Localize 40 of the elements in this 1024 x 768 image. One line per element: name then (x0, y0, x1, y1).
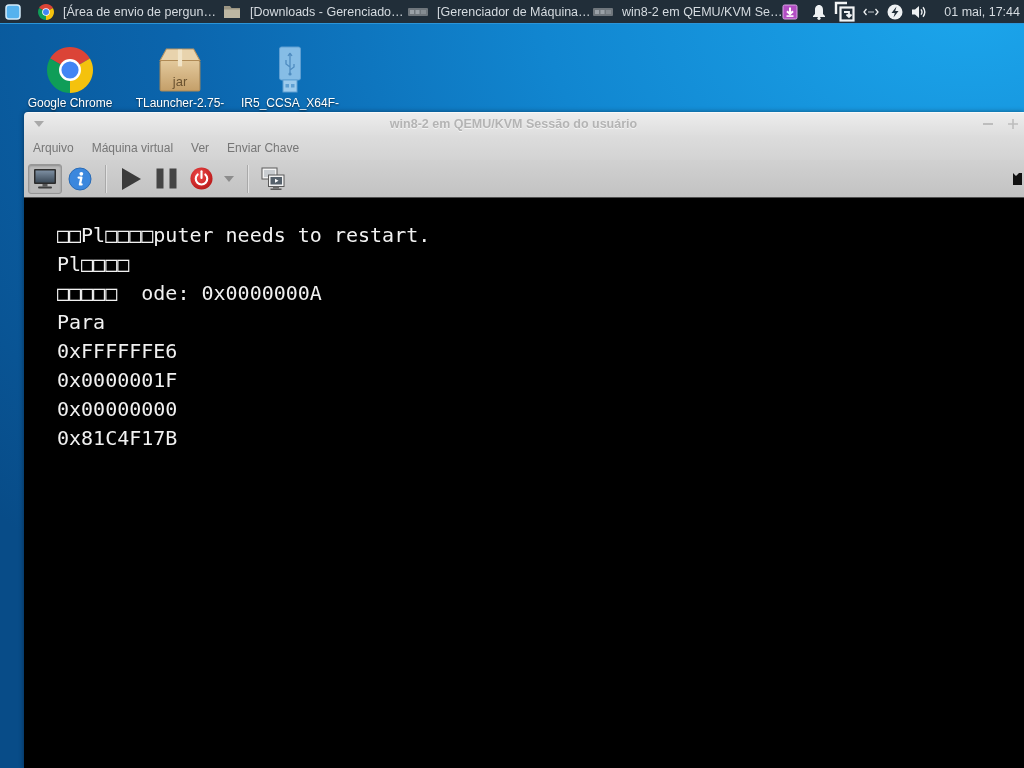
power-icon (189, 167, 213, 190)
bell-icon[interactable] (812, 3, 827, 20)
network-icon[interactable] (863, 6, 880, 17)
app-menu-icon[interactable] (5, 3, 21, 20)
icon-label[interactable]: TLauncher-2.75- (135, 96, 225, 110)
cut-off-icon[interactable] (1013, 172, 1022, 185)
taskbar-button[interactable]: [Área de envio de pergun… (38, 0, 223, 23)
monitors-icon (261, 166, 285, 191)
console-line: 0x00000000 (57, 396, 178, 423)
console-line: □□Pl□□□□puter needs to restart. (57, 222, 431, 249)
usb-drive-icon[interactable] (278, 46, 302, 94)
pause-icon (155, 168, 177, 189)
chrome-icon[interactable] (47, 47, 93, 93)
taskbar-button[interactable]: [Gerenciador de Máquina… (408, 0, 593, 23)
console-line: Pl□□□□ (57, 251, 130, 278)
folder-icon (223, 4, 241, 19)
download-icon[interactable] (782, 3, 798, 20)
package-icon[interactable] (158, 48, 202, 92)
console-screen[interactable]: □□Pl□□□□puter needs to restart. Pl□□□□ □□□□□ ode: 0x0000000A Para 0xFFFFFFE6 0x0000001F 0x00000000 0x81C4F17B (24, 198, 1024, 768)
monitor-icon (33, 168, 57, 189)
console-line: 0xFFFFFFE6 (57, 338, 178, 365)
clock[interactable]: 01 mai, 17:44 (944, 4, 1020, 19)
console-line: 0x81C4F17B (57, 425, 178, 452)
taskbar-button[interactable]: [Downloads - Gerenciado… (223, 0, 408, 23)
play-icon (120, 166, 142, 191)
caret-icon (224, 175, 234, 182)
vm-logo-icon (408, 6, 428, 17)
info-icon (68, 166, 92, 191)
icon-label[interactable]: IR5_CCSA_X64F- (240, 96, 339, 110)
chrome-icon (38, 3, 54, 20)
lightning-icon[interactable] (887, 3, 904, 20)
vm-logo-icon (593, 6, 613, 17)
console-line: 0x0000001F (57, 367, 178, 394)
console-button[interactable] (28, 163, 62, 194)
console-line: □□□□□ ode: 0x0000000A (57, 280, 322, 307)
icon-label[interactable]: Google Chrome (27, 96, 113, 110)
screen-switch-icon[interactable] (834, 1, 856, 22)
volume-icon[interactable] (911, 3, 928, 20)
file-type-label: jar (171, 74, 189, 89)
console-line: Para (57, 309, 106, 336)
